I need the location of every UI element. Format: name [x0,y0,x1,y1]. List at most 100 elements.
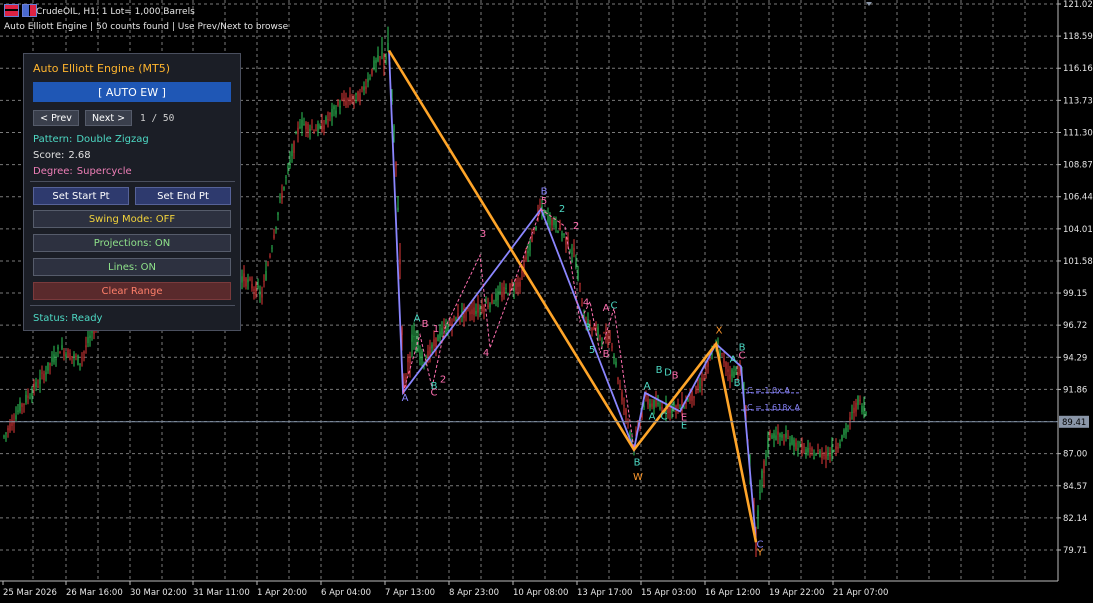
candle-body [657,403,659,405]
candle-body [55,358,57,361]
candle-body [329,113,331,115]
candle-body [689,395,691,401]
candle-body [71,356,73,358]
candle-body [61,345,63,349]
candle-body [495,293,497,302]
candle-body [529,241,531,251]
candle-body [815,453,817,456]
candle-body [59,351,61,354]
candle-body [621,392,623,401]
candle-body [821,453,823,459]
candle-body [829,455,831,457]
price-tick-label: 121.02 [1063,0,1093,10]
candle-body [563,234,565,236]
clear-range-button[interactable]: Clear Range [33,282,231,300]
candle-body [473,307,475,315]
candle-body [531,235,533,243]
candle-body [781,434,783,438]
divider [30,181,235,182]
candle-body [381,52,383,54]
candle-body [837,447,839,449]
candle-body [707,361,709,367]
candle-body [651,403,653,407]
candle-body [479,307,481,310]
candle-body [841,435,843,441]
candle-body [575,262,577,268]
candle-body [253,289,255,291]
degree-row: Degree: Supercycle [33,166,132,177]
candle-body [597,327,599,335]
symbol-header: CrudeOIL, H1: 1 Lot= 1,000 Barrels [36,7,195,17]
candle-body [623,405,625,407]
price-tick-label: 106.44 [1063,193,1093,203]
candle-body [655,400,657,407]
candle-body [683,406,685,408]
next-button[interactable]: Next > [85,110,132,126]
candle-body [327,119,329,121]
candle-body [851,412,853,414]
lines-toggle[interactable]: Lines: ON [33,258,231,276]
set-start-button[interactable]: Set Start Pt [33,187,129,205]
candle-body [375,60,377,64]
candle-body [7,428,9,431]
candle-body [85,345,87,348]
candle-body [337,101,339,106]
candle-body [519,282,521,287]
candle-body [73,354,75,358]
wave-label: C [611,300,618,311]
candle-body [773,433,775,439]
wave-label: 1 [433,324,439,335]
candle-body [387,42,389,52]
candle-body [525,256,527,260]
price-tick-label: 99.15 [1063,289,1087,299]
candle-body [343,97,345,103]
candle-body [419,352,421,360]
candle-body [251,283,253,289]
candle-body [79,363,81,365]
candle-body [591,327,593,331]
candle-body [791,436,793,445]
window-icon[interactable] [22,4,37,17]
candle-body [497,291,499,300]
candle-body [297,127,299,134]
candle-body [293,141,295,153]
candle-body [601,341,603,343]
candle-body [823,454,825,456]
status-value: Ready [71,313,103,324]
candle-body [793,439,795,447]
candle-body [351,97,353,103]
wave-label: A [730,354,737,365]
candle-body [859,399,861,401]
candle-body [321,121,323,133]
time-tick-label: 16 Apr 12:00 [705,588,760,598]
wave-label: B [734,378,741,389]
auto-ew-button[interactable]: [ AUTO EW ] [33,82,231,102]
set-end-button[interactable]: Set End Pt [135,187,231,205]
candle-body [393,125,395,132]
candle-body [335,110,337,115]
panel-title: Auto Elliott Engine (MT5) [33,62,170,75]
symbol-icon[interactable] [4,4,19,17]
candle-body [63,350,65,356]
candle-body [491,294,493,303]
toolbar-icons [4,4,37,17]
wave-label: 5 [589,345,595,356]
price-tick-label: 91.86 [1063,385,1087,395]
candle-body [725,362,727,369]
candle-body [783,440,785,444]
candle-body [807,448,809,453]
candle-body [703,377,705,381]
swing-mode-toggle[interactable]: Swing Mode: OFF [33,210,231,228]
candle-body [413,336,415,338]
candle-body [551,219,553,226]
candle-body [653,400,655,409]
candle-body [247,279,249,283]
projections-toggle[interactable]: Projections: ON [33,234,231,252]
candle-body [645,395,647,397]
prev-button[interactable]: < Prev [33,110,79,126]
candle-body [699,386,701,388]
candle-body [853,407,855,414]
candle-body [571,252,573,254]
candle-body [399,259,401,265]
pattern-key: Pattern: [33,134,73,145]
